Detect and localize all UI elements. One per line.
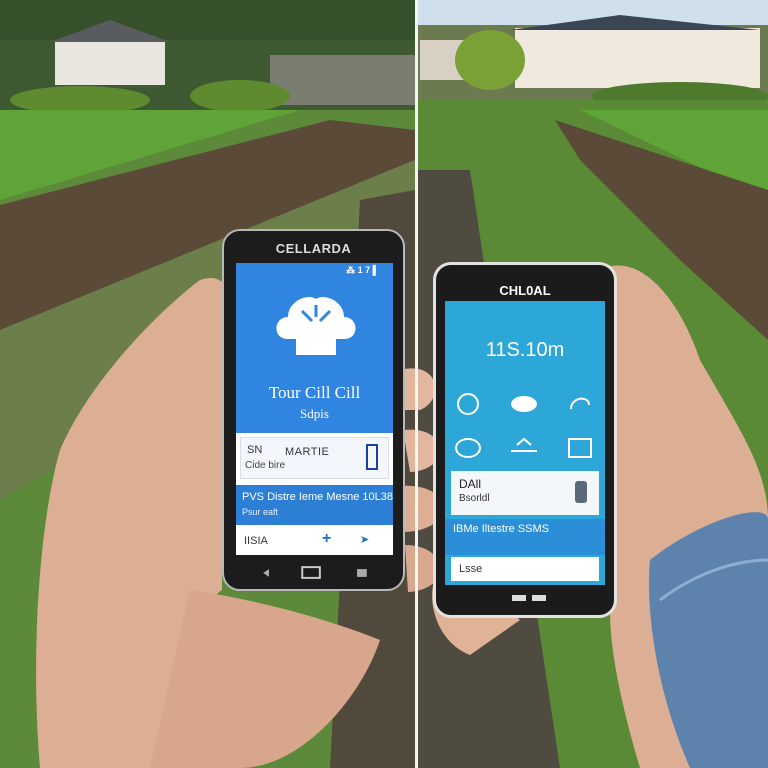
left-card-code: SN — [247, 444, 263, 456]
left-nav-buttons — [263, 566, 367, 579]
left-card-badge-icon — [366, 444, 378, 470]
right-nav-buttons — [512, 595, 546, 601]
left-card-detail: Cide bire — [245, 460, 286, 471]
left-promo-text: PVS Distre Ieme Mesne 10L38 — [242, 491, 393, 503]
right-bottom-bar: Lsse — [451, 557, 599, 581]
left-hero-panel: ⁂ 1 7 ▌ Tour Cill Cill Sdpis — [236, 263, 393, 433]
right-card-badge-icon — [575, 481, 587, 503]
right-promo-band[interactable]: IBMe Iltestre SSMS — [445, 519, 605, 555]
left-bottom-label[interactable]: IISIA — [244, 535, 268, 547]
left-app-title: Tour Cill Cill — [268, 383, 361, 402]
recents-icon — [357, 569, 367, 577]
left-card-name: MARTIE — [285, 446, 330, 458]
left-phone-brand: CELLARDA — [275, 241, 352, 256]
right-phone-screen: 11S.10m DAll Bsorldl IBMe Iltestre SSMS … — [445, 301, 605, 585]
right-card-detail: Bsorldl — [459, 493, 490, 504]
home-icon — [512, 595, 526, 601]
menu-icon — [532, 595, 546, 601]
navigate-icon[interactable]: ➤ — [360, 533, 369, 546]
left-phone: CELLARDA ⁂ 1 7 ▌ Tour Cill Cill Sdpis SN… — [222, 229, 405, 591]
add-icon[interactable]: + — [322, 530, 331, 548]
chat-icon[interactable] — [453, 435, 483, 461]
left-app-subtitle: Sdpis — [300, 406, 329, 421]
cloud-car-icon — [276, 297, 356, 355]
car-icon[interactable] — [509, 391, 539, 417]
route-icon[interactable] — [509, 435, 539, 461]
left-info-card[interactable]: SN MARTIE Cide bire — [240, 437, 389, 479]
home-icon — [301, 566, 321, 579]
right-bottom-label[interactable]: Lsse — [459, 563, 482, 575]
right-icon-grid — [453, 381, 597, 471]
split-divider — [415, 0, 418, 768]
left-status-bar: ⁂ 1 7 ▌ — [346, 265, 379, 275]
card-icon[interactable] — [565, 435, 595, 461]
left-promo-band[interactable]: PVS Distre Ieme Mesne 10L38 Psur eaft — [236, 485, 393, 525]
right-distance-readout: 11S.10m — [485, 339, 565, 361]
refresh-icon[interactable] — [565, 391, 595, 417]
right-phone-brand: CHL0AL — [499, 283, 551, 298]
right-info-card[interactable]: DAll Bsorldl — [451, 471, 599, 515]
right-promo-text: IBMe Iltestre SSMS — [453, 523, 549, 535]
back-icon — [263, 569, 269, 577]
right-phone: CHL0AL 11S.10m DAll Bsorldl IBMe Iltestr… — [433, 262, 617, 618]
left-bottom-bar: IISIA + ➤ — [236, 527, 393, 555]
headset-icon[interactable] — [453, 391, 483, 417]
left-phone-screen: ⁂ 1 7 ▌ Tour Cill Cill Sdpis SN MARTIE C… — [236, 263, 393, 555]
right-card-title: DAll — [459, 477, 482, 491]
left-promo-subtext: Psur eaft — [242, 507, 279, 517]
